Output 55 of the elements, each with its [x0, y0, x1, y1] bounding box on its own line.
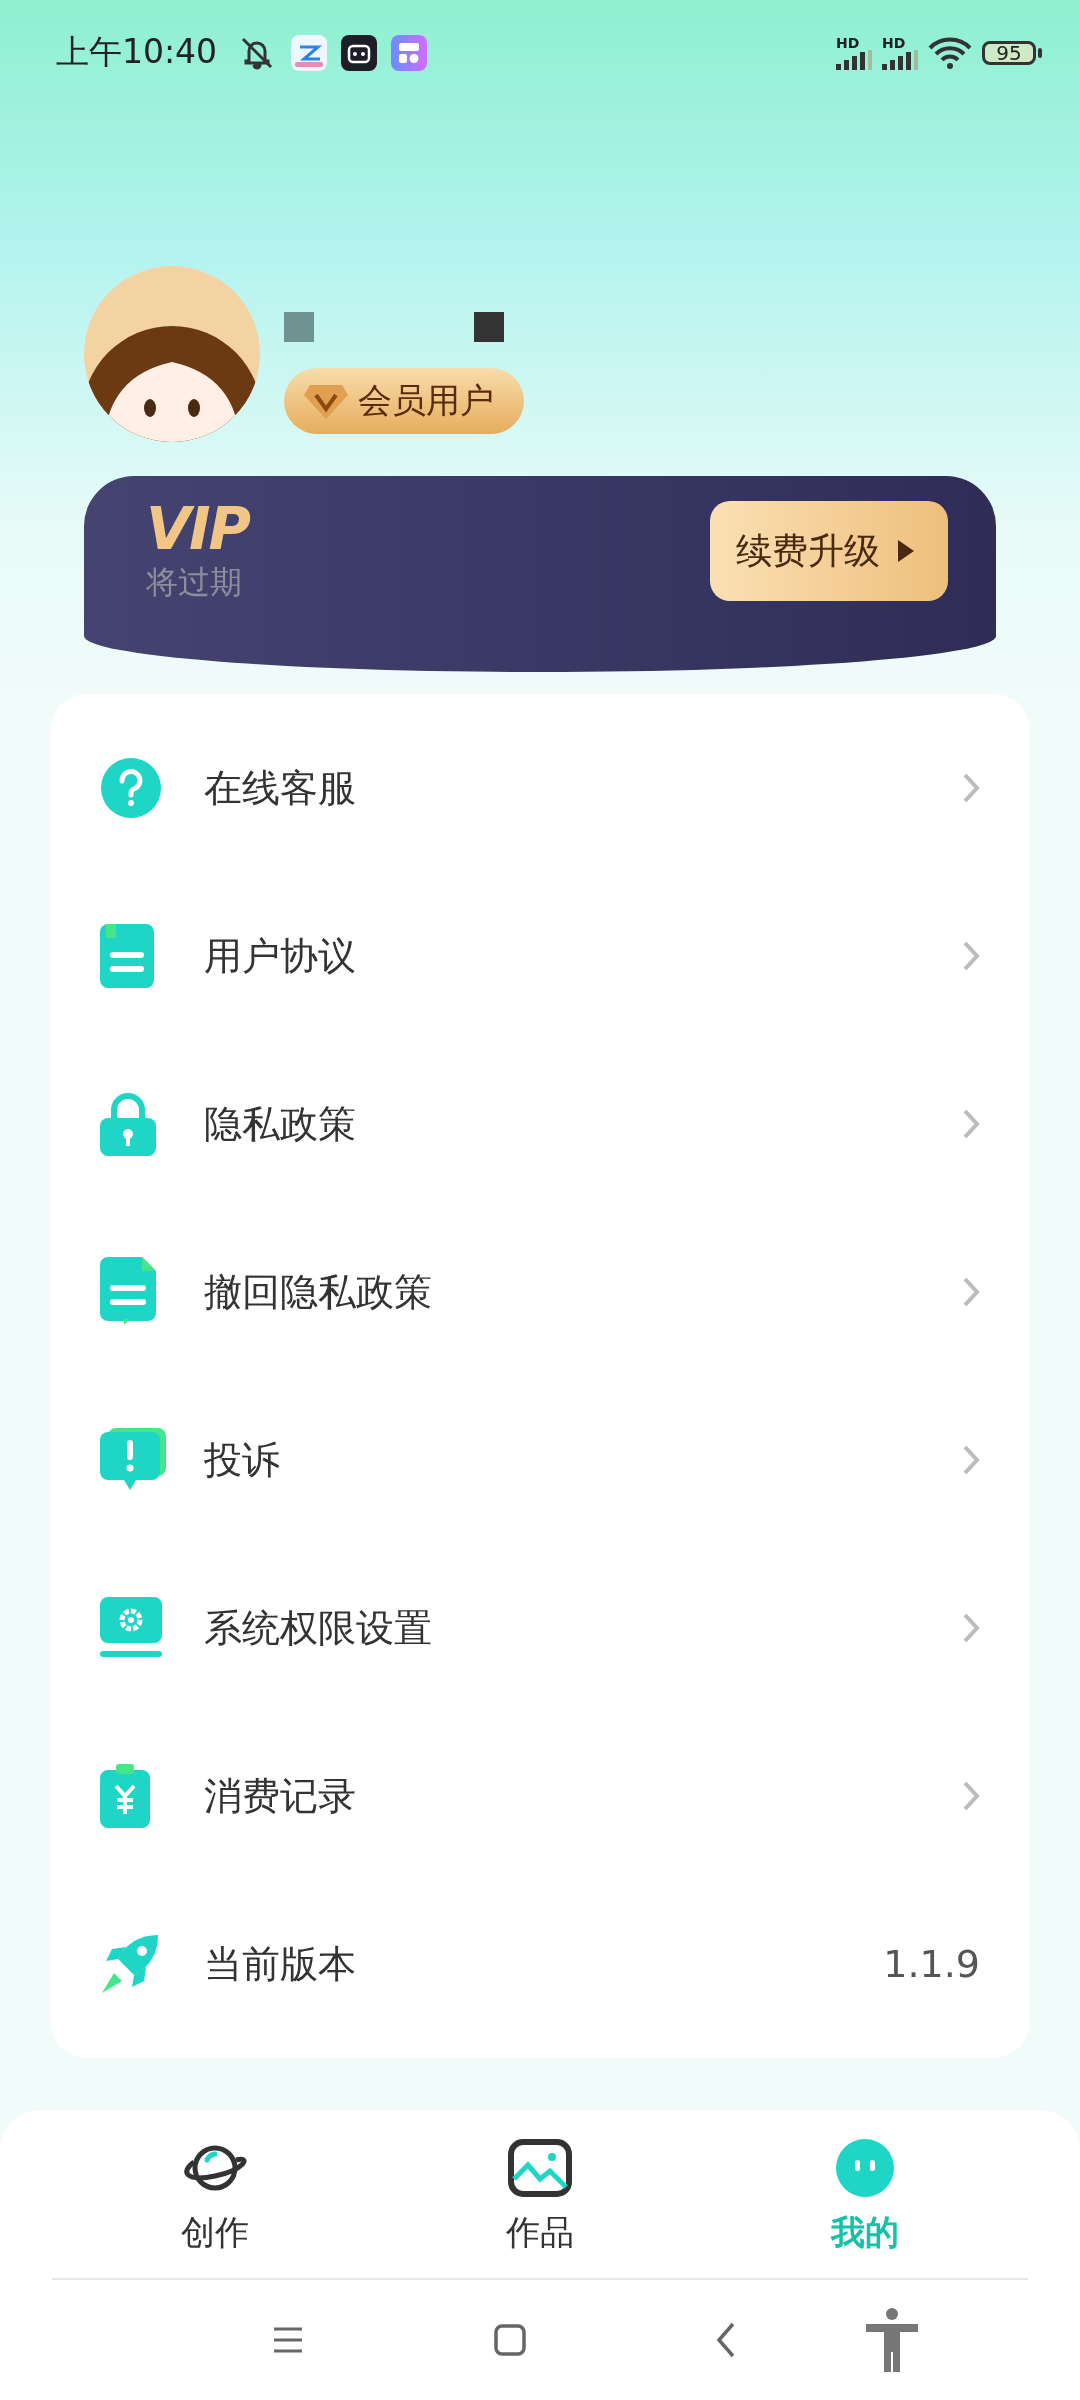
menu-item[interactable]: 用户协议 [50, 872, 1030, 1040]
chevron-right-icon [962, 940, 980, 972]
menu-item[interactable]: 消费记录 [50, 1712, 1030, 1880]
signal-icon [882, 49, 918, 70]
chevron-right-icon [962, 1108, 980, 1140]
chevron-right-icon [962, 1276, 980, 1308]
wifi-icon [928, 35, 972, 70]
menu-label: 用户协议 [204, 932, 356, 980]
renew-upgrade-button[interactable]: 续费升级 [710, 501, 948, 601]
nav-tab[interactable]: 作品 [377, 2136, 703, 2278]
help-icon [100, 757, 162, 819]
document-icon [100, 924, 154, 988]
app-icon [341, 34, 378, 71]
network-type-label: HD [836, 35, 860, 50]
app-icon [391, 34, 428, 71]
menu-label: 当前版本 [204, 1940, 356, 1988]
menu-label: 隐私政策 [204, 1100, 356, 1148]
battery-level: 95 [982, 40, 1036, 65]
back-icon[interactable] [716, 2322, 736, 2358]
chevron-right-icon [962, 1444, 980, 1476]
document-return-icon [100, 1257, 158, 1327]
version-number: 1.1.9 [883, 1942, 980, 1986]
chevron-right-icon [962, 1780, 980, 1812]
monitor-gear-icon [100, 1597, 162, 1659]
menu-label: 撤回隐私政策 [204, 1268, 432, 1316]
yen-receipt-icon [100, 1764, 150, 1828]
face-icon [836, 2139, 895, 2197]
member-badge: 会员用户 [284, 368, 524, 434]
menu-label: 在线客服 [204, 764, 356, 812]
network-type-label: HD [882, 35, 906, 50]
picture-frame-icon [508, 2139, 572, 2197]
accessibility-icon[interactable] [866, 2308, 918, 2372]
clock: 上午10:40 [56, 31, 218, 73]
menu-item[interactable]: 系统权限设置 [50, 1544, 1030, 1712]
menu-icon[interactable] [272, 2326, 304, 2354]
vip-status: 将过期 [146, 562, 243, 603]
rocket-icon [100, 1933, 160, 1995]
vip-logo: VIP [146, 497, 249, 561]
app-icon [291, 34, 328, 71]
home-icon[interactable] [494, 2324, 526, 2356]
chevron-right-icon [962, 1612, 980, 1644]
exclamation-bubble-icon [100, 1428, 166, 1492]
play-icon [898, 540, 914, 562]
lock-icon [100, 1092, 156, 1156]
menu-item[interactable]: 隐私政策 [50, 1040, 1030, 1208]
menu-label: 投诉 [204, 1436, 280, 1484]
menu-item[interactable]: 当前版本 1.1.9 [50, 1880, 1030, 2048]
menu-label: 消费记录 [204, 1772, 356, 1820]
menu-item[interactable]: 在线客服 [50, 704, 1030, 872]
menu-item[interactable]: 投诉 [50, 1376, 1030, 1544]
menu-item[interactable]: 撤回隐私政策 [50, 1208, 1030, 1376]
signal-icon [836, 49, 872, 70]
chevron-right-icon [962, 772, 980, 804]
menu-label: 系统权限设置 [204, 1604, 432, 1652]
nav-tab[interactable]: 创作 [52, 2136, 378, 2278]
